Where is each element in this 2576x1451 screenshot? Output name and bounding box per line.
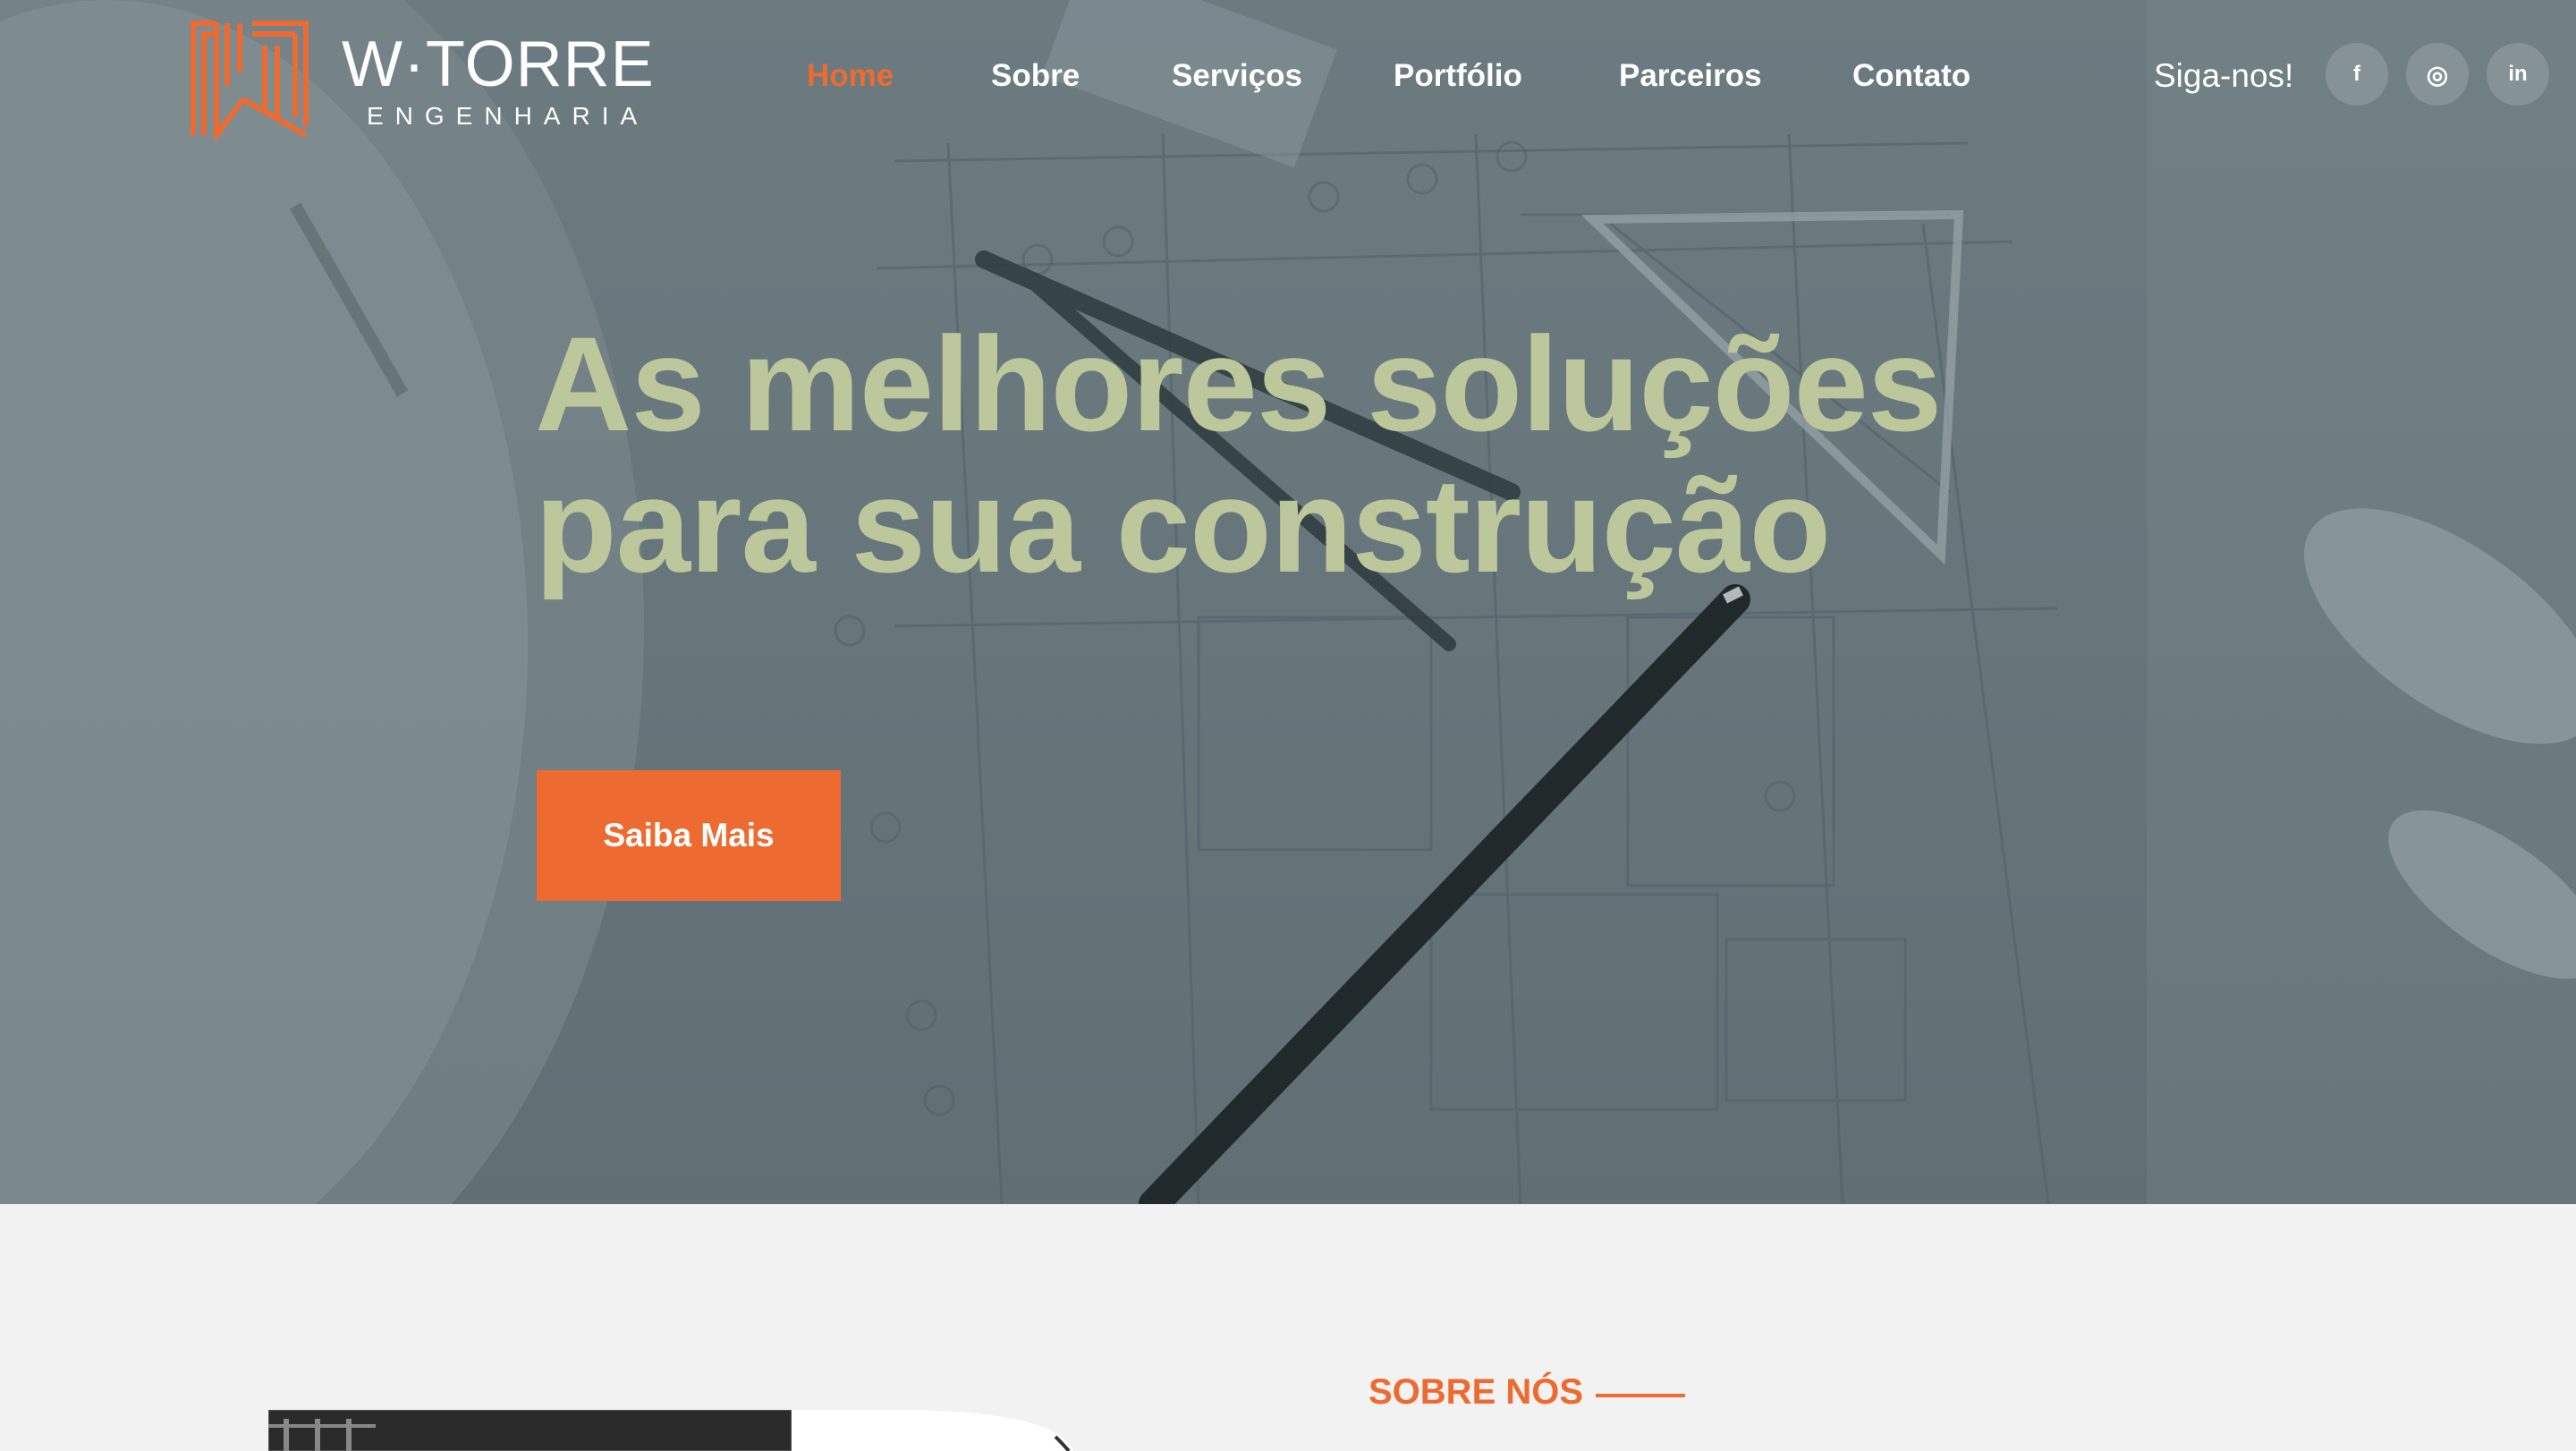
facebook-icon[interactable]: f: [2326, 43, 2388, 106]
hero-title: As melhores soluções para sua construção: [535, 313, 1966, 596]
follow-us-label: Siga-nos!: [2154, 57, 2294, 94]
nav-item-servicos[interactable]: Serviços: [1172, 54, 1302, 98]
logo[interactable]: W·TORRE ENGENHARIA: [190, 14, 655, 140]
hero-section: W·TORRE ENGENHARIA Home Sobre Serviços P…: [0, 0, 2576, 1204]
hero-title-line-2: para sua construção: [535, 450, 1831, 600]
logo-tagline: ENGENHARIA: [367, 102, 649, 130]
about-section-label: SOBRE NÓS: [1368, 1372, 1584, 1412]
nav-item-portfolio[interactable]: Portfólio: [1394, 54, 1522, 98]
about-section: SOBRE NÓS: [0, 1204, 2576, 1451]
nav-item-contato[interactable]: Contato: [1852, 54, 1970, 98]
nav-item-home[interactable]: Home: [807, 54, 894, 98]
nav-item-sobre[interactable]: Sobre: [991, 54, 1080, 98]
nav-item-parceiros[interactable]: Parceiros: [1619, 54, 1762, 98]
site-header: W·TORRE ENGENHARIA Home Sobre Serviços P…: [0, 0, 2576, 152]
about-section-divider: [1596, 1394, 1685, 1397]
learn-more-button[interactable]: Saiba Mais: [537, 770, 841, 901]
about-image: [268, 1410, 1073, 1451]
logo-mark-icon: [191, 21, 309, 140]
blueprint-background-image: [0, 0, 2576, 1204]
hero-title-line-1: As melhores soluções: [535, 309, 1942, 459]
logo-name: W·TORRE: [342, 29, 655, 100]
linkedin-icon[interactable]: in: [2487, 43, 2549, 106]
instagram-icon[interactable]: ◎: [2406, 43, 2469, 106]
